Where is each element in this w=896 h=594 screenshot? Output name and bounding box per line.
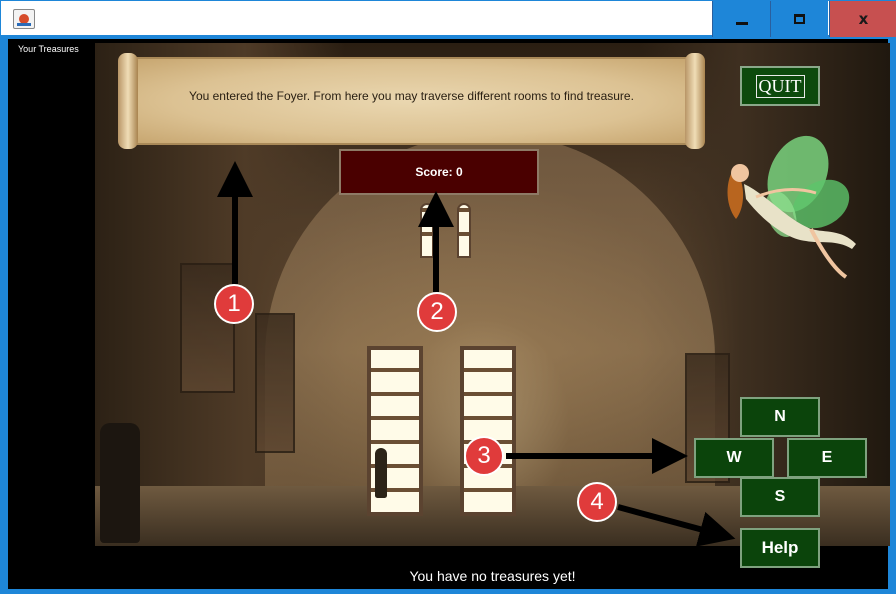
quit-label: QUIT xyxy=(755,74,805,98)
annotation-marker: 2 xyxy=(417,292,457,332)
message-scroll: You entered the Foyer. From here you may… xyxy=(118,53,705,149)
scene-person xyxy=(375,448,387,498)
scene-window xyxy=(420,203,434,258)
room-message: You entered the Foyer. From here you may… xyxy=(189,89,634,103)
close-button[interactable]: x xyxy=(829,1,896,37)
north-button[interactable]: N xyxy=(740,397,820,437)
window-titlebar: x xyxy=(0,0,896,37)
annotation-marker: 3 xyxy=(464,436,504,476)
maximize-icon xyxy=(794,14,805,24)
scene-window xyxy=(457,203,471,258)
minimize-button[interactable] xyxy=(712,1,770,37)
east-button[interactable]: E xyxy=(787,438,867,478)
minimize-icon xyxy=(735,21,748,25)
west-button[interactable]: W xyxy=(694,438,774,478)
fairy-icon xyxy=(727,135,856,279)
south-button[interactable]: S xyxy=(740,477,820,517)
scene-person xyxy=(100,423,140,543)
game-window: Your Treasures You entered the Foyer. Fr… xyxy=(8,39,890,589)
annotation-marker: 4 xyxy=(577,482,617,522)
close-icon: x xyxy=(858,10,869,28)
scene-tapestry xyxy=(180,263,235,393)
help-button[interactable]: Help xyxy=(740,528,820,568)
treasures-panel-label: Your Treasures xyxy=(18,44,79,54)
treasure-status: You have no treasures yet! xyxy=(409,568,576,584)
score-display: Score: 0 xyxy=(339,149,539,195)
annotation-marker: 1 xyxy=(214,284,254,324)
maximize-button[interactable] xyxy=(770,1,828,37)
quit-button[interactable]: QUIT xyxy=(740,66,820,106)
scene-tapestry xyxy=(255,313,295,453)
java-app-icon[interactable] xyxy=(13,9,35,29)
scene-window xyxy=(460,346,516,516)
